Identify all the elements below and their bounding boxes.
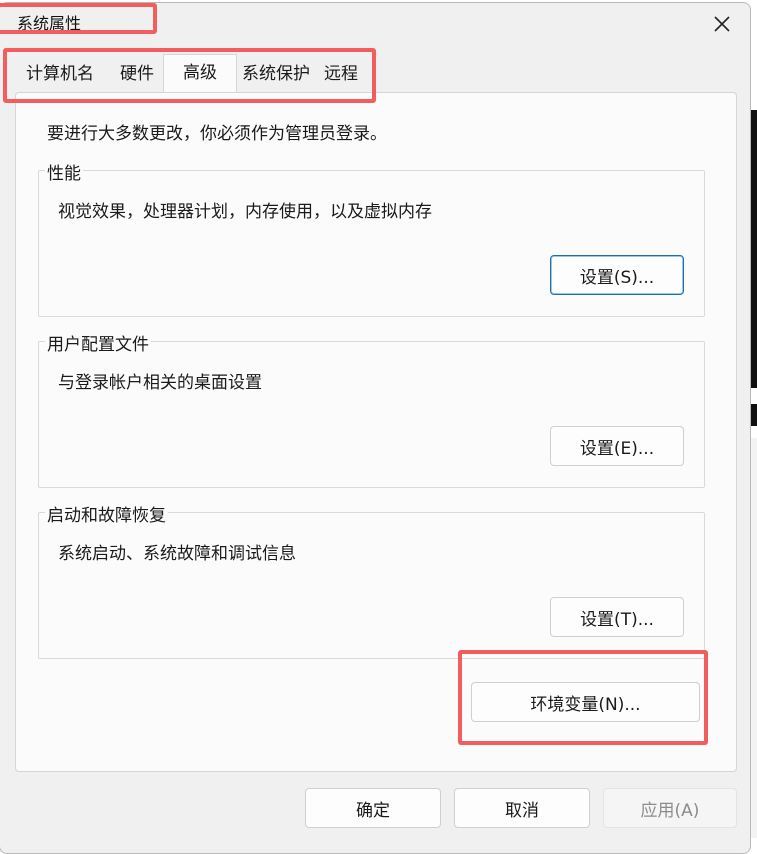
group-title-startup-recovery: 启动和故障恢复 (45, 501, 168, 526)
apply-button[interactable]: 应用(A) (603, 788, 737, 828)
tab-remote[interactable]: 远程 (318, 58, 364, 91)
profiles-settings-button[interactable]: 设置(E)... (550, 426, 684, 466)
performance-settings-button[interactable]: 设置(S)... (550, 255, 684, 295)
group-title-performance: 性能 (45, 159, 83, 184)
group-desc-performance: 视觉效果，处理器计划，内存使用，以及虚拟内存 (58, 202, 432, 222)
admin-notice: 要进行大多数更改，你必须作为管理员登录。 (47, 124, 387, 144)
close-button[interactable] (702, 8, 742, 40)
environment-variables-button[interactable]: 环境变量(N)... (471, 682, 700, 722)
tab-system-protection[interactable]: 系统保护 (236, 58, 316, 91)
ok-button[interactable]: 确定 (305, 788, 441, 828)
group-desc-user-profiles: 与登录帐户相关的桌面设置 (58, 373, 262, 393)
cancel-button[interactable]: 取消 (454, 788, 590, 828)
tab-advanced[interactable]: 高级 (163, 54, 237, 93)
group-title-user-profiles: 用户配置文件 (45, 330, 151, 355)
background-window-edge (750, 404, 757, 426)
background-window-edge (750, 110, 757, 388)
close-icon (714, 16, 730, 32)
tab-computer-name[interactable]: 计算机名 (18, 58, 102, 91)
dialog-title: 系统属性 (17, 14, 82, 33)
group-desc-startup-recovery: 系统启动、系统故障和调试信息 (58, 544, 296, 564)
background-window-edge (750, 438, 757, 838)
tab-hardware[interactable]: 硬件 (104, 58, 170, 91)
startup-settings-button[interactable]: 设置(T)... (550, 597, 684, 637)
